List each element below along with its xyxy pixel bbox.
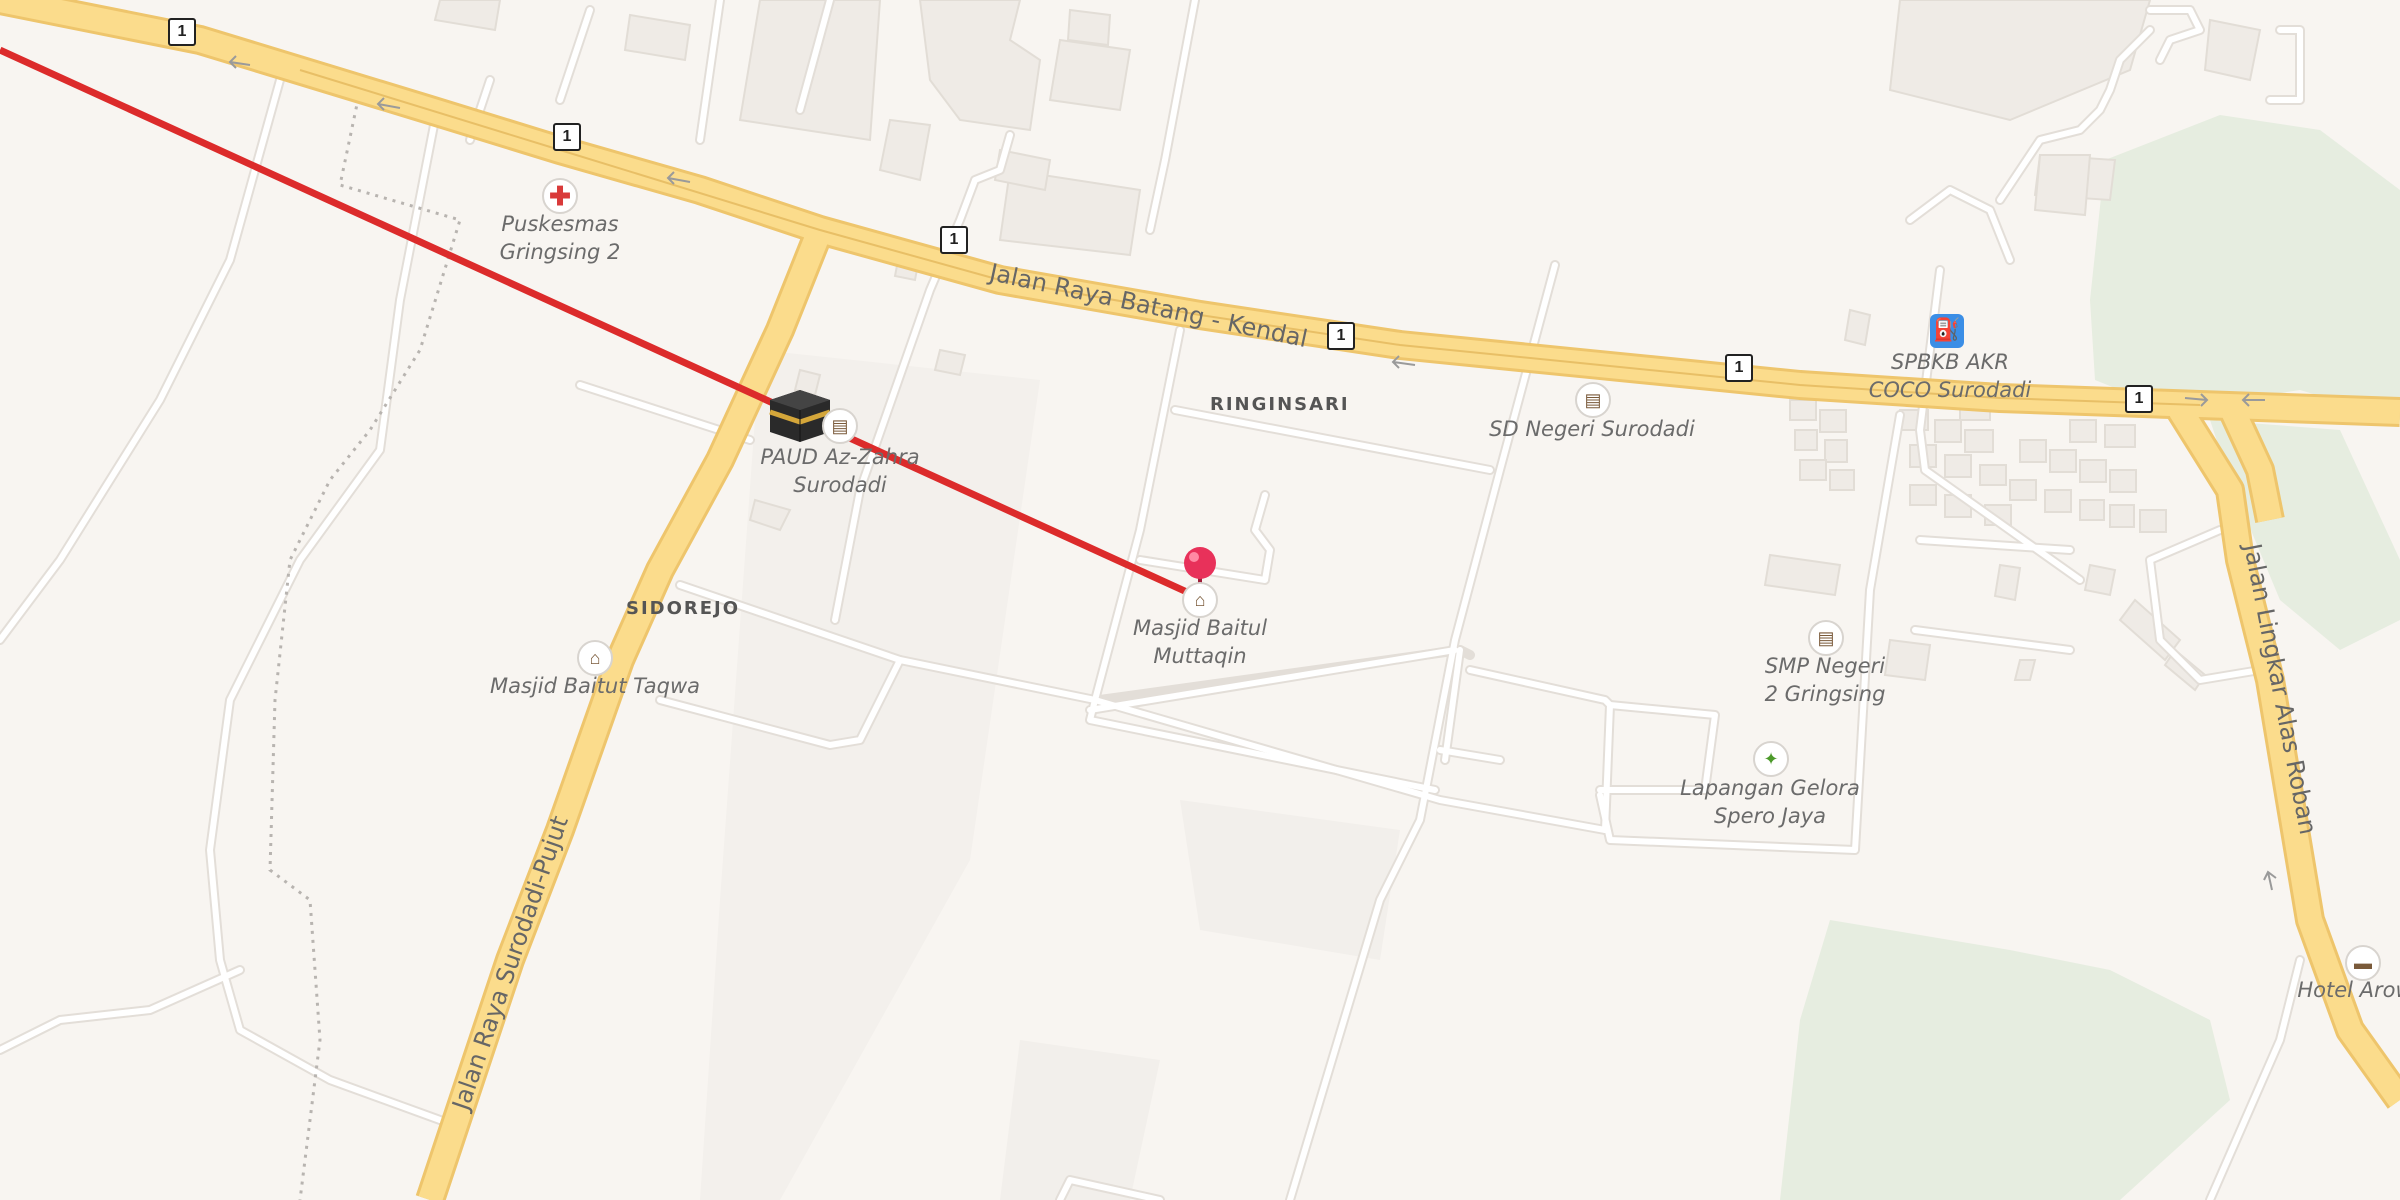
place-label-sidorejo: SIDOREJO (626, 598, 741, 619)
mosque-icon[interactable]: ⌂ (1182, 582, 1218, 618)
poi-label-paud: PAUD Az-Zahra Surodadi (760, 445, 920, 497)
school-icon[interactable]: ▤ (1575, 382, 1611, 418)
route-shield: 1 (940, 226, 968, 254)
route-shield: 1 (1725, 354, 1753, 382)
poi-label-smp-negeri: SMP Negeri 2 Gringsing (1764, 654, 1886, 706)
poi-label-spbkb: SPBKB AKR COCO Surodadi (1868, 350, 2032, 402)
school-icon[interactable]: ▤ (822, 408, 858, 444)
poi-label-hotel-arow: Hotel Arow (2297, 978, 2400, 1002)
park-area (1780, 920, 2230, 1200)
route-shield: 1 (168, 18, 196, 46)
landuse-area (1000, 1040, 1160, 1200)
poi-label-puskesmas: Puskesmas Gringsing 2 (499, 212, 621, 264)
poi-label-masjid-baitut-taqwa: Masjid Baitut Taqwa (489, 674, 701, 698)
sports-icon[interactable]: ✦ (1753, 741, 1789, 777)
map-canvas[interactable]: 1 1 1 1 1 1 Jalan Raya Batang - Kendal J… (0, 0, 2400, 1200)
park-area (2090, 115, 2400, 420)
poi-label-sd-negeri: SD Negeri Surodadi (1489, 417, 1695, 441)
route-shield: 1 (1327, 322, 1355, 350)
mosque-icon[interactable]: ⌂ (577, 640, 613, 676)
medical-cross-icon[interactable]: ✚ (542, 178, 578, 214)
place-label-ringinsari: RINGINSARI (1210, 394, 1350, 415)
school-icon[interactable]: ▤ (1808, 620, 1844, 656)
poi-label-lapangan: Lapangan Gelora Spero Jaya (1680, 776, 1860, 828)
kaaba-icon (769, 390, 831, 442)
route-shield: 1 (2125, 385, 2153, 413)
route-shield: 1 (553, 123, 581, 151)
qibla-direction-line (0, 46, 1202, 602)
poi-label-masjid-baitul-muttaqin: Masjid Baitul Muttaqin (1132, 616, 1268, 668)
fuel-pump-icon[interactable]: ⛽ (1930, 314, 1964, 348)
